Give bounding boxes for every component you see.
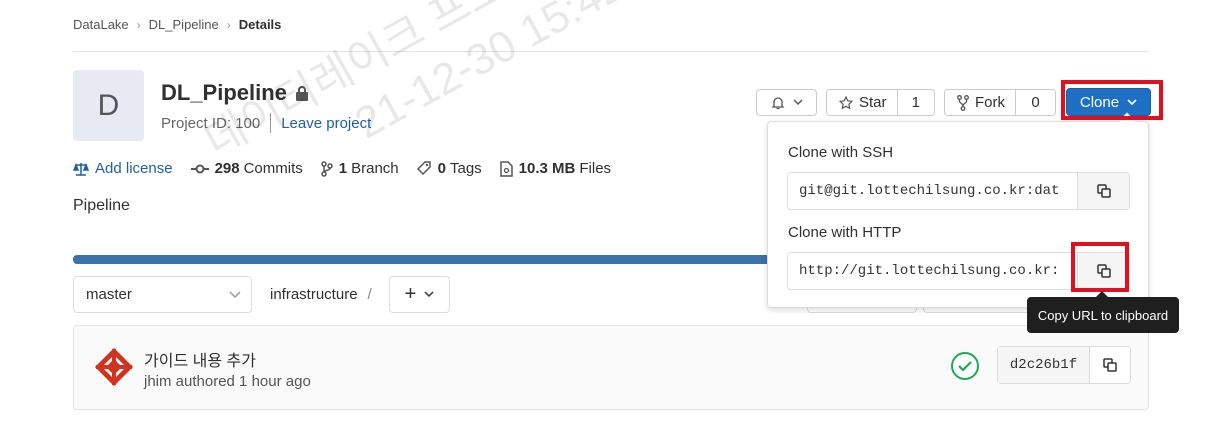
path-segment[interactable]: infrastructure bbox=[270, 286, 358, 303]
project-stats: Add license 298 Commits 1 Branch 0 Tags … bbox=[73, 160, 629, 177]
copy-url-tooltip: Copy URL to clipboard bbox=[1027, 291, 1179, 333]
breadcrumb-current[interactable]: Details bbox=[239, 17, 282, 32]
commit-sha[interactable]: d2c26b1f bbox=[998, 347, 1090, 383]
chevron-right-icon: › bbox=[226, 17, 231, 32]
fork-button[interactable]: Fork 0 bbox=[944, 89, 1056, 116]
add-file-dropdown[interactable]: + bbox=[389, 276, 450, 313]
watermark-line: 21-12-30 15:42 bbox=[347, 0, 632, 149]
chevron-down-icon bbox=[424, 291, 434, 298]
copy-sha-button[interactable] bbox=[1090, 347, 1130, 383]
breadcrumb-item-datalake[interactable]: DataLake bbox=[73, 17, 129, 32]
copy-icon bbox=[1096, 184, 1111, 198]
clone-ssh-title: Clone with SSH bbox=[788, 144, 894, 161]
files-stat[interactable]: 10.3 MB Files bbox=[499, 160, 612, 177]
bell-icon bbox=[770, 96, 785, 109]
breadcrumb: DataLake › DL_Pipeline › Details bbox=[73, 17, 281, 32]
branch-name: master bbox=[86, 286, 132, 303]
clone-http-title: Clone with HTTP bbox=[788, 224, 902, 241]
notification-dropdown[interactable] bbox=[756, 89, 817, 116]
star-button[interactable]: Star 1 bbox=[826, 89, 935, 116]
files-size: 10.3 MB bbox=[518, 160, 576, 177]
ssh-url-group: git@git.lottechilsung.co.kr:dat bbox=[787, 172, 1130, 210]
pipeline-passed-icon[interactable] bbox=[950, 351, 980, 381]
star-icon bbox=[839, 95, 853, 109]
commit-message[interactable]: 가이드 내용 추가 bbox=[144, 347, 256, 371]
path-breadcrumb: infrastructure / bbox=[270, 286, 372, 303]
highlight-box bbox=[1061, 80, 1163, 120]
watermark: 데이터레이크 프로젝트 전성렬 21-12-30 15:42 bbox=[195, 0, 732, 220]
file-icon bbox=[499, 160, 513, 177]
chevron-down-icon bbox=[792, 99, 803, 106]
star-action[interactable]: Star bbox=[827, 90, 898, 115]
project-avatar: D bbox=[73, 70, 144, 141]
commits-count: 298 bbox=[214, 160, 240, 177]
tags-stat[interactable]: 0 Tags bbox=[416, 160, 482, 177]
fork-label: Fork bbox=[975, 94, 1005, 111]
path-separator: / bbox=[367, 286, 372, 303]
add-license-label: Add license bbox=[95, 160, 173, 177]
chevron-right-icon: › bbox=[136, 17, 141, 32]
project-id: Project ID: 100 bbox=[161, 114, 261, 132]
scale-icon bbox=[73, 162, 89, 176]
fork-icon bbox=[957, 94, 969, 111]
branch-icon bbox=[321, 160, 333, 177]
fork-count[interactable]: 0 bbox=[1016, 94, 1055, 111]
project-meta: Project ID: 100 Leave project bbox=[161, 113, 371, 133]
branches-count: 1 bbox=[338, 160, 348, 177]
meta-divider bbox=[270, 113, 272, 133]
highlight-box bbox=[1071, 242, 1129, 292]
http-url-input[interactable]: http://git.lottechilsung.co.kr: bbox=[788, 253, 1077, 289]
branches-label: Branch bbox=[351, 160, 399, 177]
tags-count: 0 bbox=[437, 160, 446, 177]
commit-author: jhim authored 1 hour ago bbox=[144, 373, 311, 390]
commits-label: Commits bbox=[243, 160, 303, 177]
commits-stat[interactable]: 298 Commits bbox=[190, 160, 303, 177]
commit-icon bbox=[190, 164, 209, 173]
commit-sha-group: d2c26b1f bbox=[997, 346, 1131, 384]
header-divider bbox=[73, 51, 1149, 52]
ssh-url-input[interactable]: git@git.lottechilsung.co.kr:dat bbox=[788, 173, 1077, 209]
chevron-down-icon bbox=[229, 290, 241, 298]
copy-ssh-url-button[interactable] bbox=[1077, 173, 1129, 209]
add-license-link[interactable]: Add license bbox=[73, 160, 173, 177]
fork-action[interactable]: Fork bbox=[945, 90, 1016, 115]
lock-icon bbox=[295, 86, 308, 101]
project-name: DL_Pipeline bbox=[161, 80, 287, 105]
branches-stat[interactable]: 1 Branch bbox=[321, 160, 399, 177]
copy-icon bbox=[1103, 358, 1117, 372]
tag-icon bbox=[416, 161, 431, 176]
last-commit-panel: 가이드 내용 추가 jhim authored 1 hour ago d2c26… bbox=[73, 325, 1149, 410]
star-label: Star bbox=[859, 94, 887, 111]
breadcrumb-item-project[interactable]: DL_Pipeline bbox=[149, 17, 219, 32]
plus-icon: + bbox=[404, 283, 417, 305]
star-count[interactable]: 1 bbox=[898, 94, 934, 111]
repository-language-bar bbox=[73, 255, 773, 264]
tags-label: Tags bbox=[449, 160, 482, 177]
project-description: Pipeline bbox=[73, 197, 130, 214]
branch-dropdown[interactable]: master bbox=[73, 276, 252, 313]
leave-project-link[interactable]: Leave project bbox=[281, 115, 371, 132]
files-label: Files bbox=[579, 160, 612, 177]
project-title: DL_Pipeline bbox=[161, 80, 309, 106]
user-avatar[interactable] bbox=[94, 347, 134, 387]
